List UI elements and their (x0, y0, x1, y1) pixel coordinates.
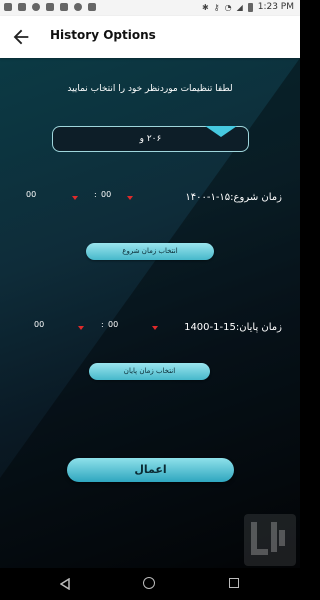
wifi-icon: ◔ (224, 2, 232, 12)
notification-icon (32, 3, 40, 11)
end-date-label: زمان پایان:15-1-1400 (184, 322, 282, 333)
app-bar: History Options (0, 16, 300, 58)
signal-icon: ◢ (236, 2, 243, 12)
start-minute[interactable]: 00 (101, 190, 111, 199)
notification-icon (60, 3, 68, 11)
start-time-row: 00 : 00 زمان شروع:۱۵-۱-۱۴۰۰ (0, 190, 300, 208)
start-minute-caret-icon[interactable] (127, 196, 133, 200)
status-bar: ✱ ⚷ ◔ ◢ 1:23 PM (0, 0, 300, 16)
status-time: 1:23 PM (257, 2, 294, 12)
key-icon: ⚷ (213, 2, 220, 12)
status-icons-left (4, 3, 96, 11)
bluetooth-icon: ✱ (202, 2, 209, 12)
select-start-time-button[interactable]: انتخاب زمان شروع (86, 243, 214, 260)
back-triangle-icon[interactable] (60, 578, 70, 590)
status-icons-right: ✱ ⚷ ◔ ◢ 1:23 PM (202, 2, 294, 12)
notification-icon (4, 3, 12, 11)
home-circle-icon[interactable] (143, 577, 155, 589)
notification-icon (18, 3, 26, 11)
apply-button[interactable]: اعمال (67, 458, 234, 482)
recents-square-icon[interactable] (229, 578, 239, 588)
chevron-down-icon[interactable] (205, 126, 237, 137)
page-title: History Options (50, 28, 156, 42)
notification-icon (88, 3, 96, 11)
end-minute[interactable]: 00 (108, 320, 118, 329)
start-date-label: زمان شروع:۱۵-۱-۱۴۰۰ (185, 192, 282, 203)
end-hour[interactable]: 00 (34, 320, 44, 329)
end-minute-caret-icon[interactable] (152, 326, 158, 330)
select-end-time-button[interactable]: انتخاب زمان پایان (89, 363, 210, 380)
end-hour-caret-icon[interactable] (78, 326, 84, 330)
end-time-separator: : (101, 320, 104, 329)
settings-prompt: لطفا تنظیمات موردنظر خود را انتخاب نمایی… (67, 84, 233, 94)
notification-icon (46, 3, 54, 11)
start-time-separator: : (94, 190, 97, 199)
store-logo-icon (244, 514, 296, 566)
end-time-row: 00 : 00 زمان پایان:15-1-1400 (0, 320, 300, 338)
notification-icon (74, 3, 82, 11)
start-hour-caret-icon[interactable] (72, 196, 78, 200)
start-hour[interactable]: 00 (26, 190, 36, 199)
battery-icon (247, 2, 253, 12)
history-options-form: لطفا تنظیمات موردنظر خود را انتخاب نمایی… (0, 58, 300, 568)
arrow-left-icon[interactable] (10, 26, 32, 48)
nav-bar (0, 568, 300, 600)
